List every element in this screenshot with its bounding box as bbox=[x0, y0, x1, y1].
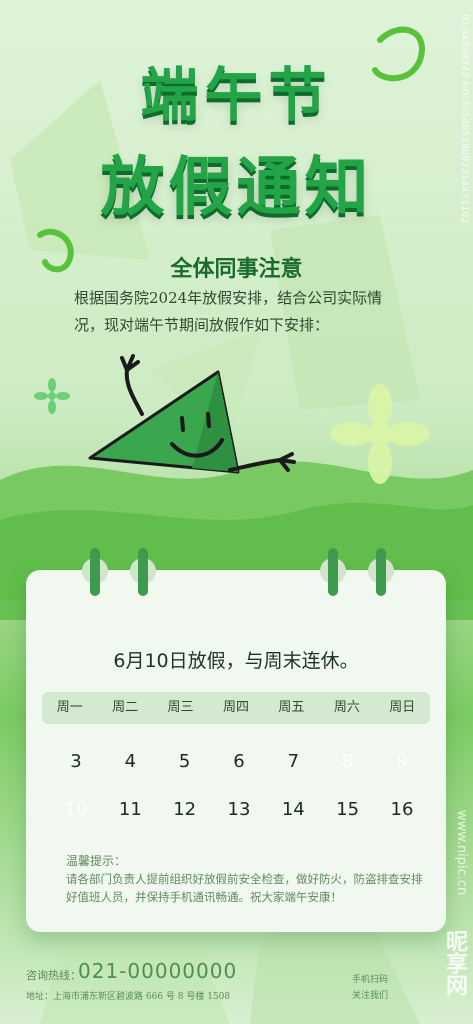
page-title-festival: 端午节 bbox=[140, 61, 333, 129]
logo-watermark: 昵享网 bbox=[442, 930, 467, 996]
weekday-label: 周六 bbox=[333, 700, 360, 715]
calendar-week-row: 3 4 5 6 7 8 9 bbox=[56, 742, 422, 778]
calendar-day-holiday: 10 bbox=[56, 790, 96, 826]
calendar-day: 12 bbox=[173, 799, 197, 820]
hotline-number[interactable]: 021-00000000 bbox=[78, 959, 237, 983]
calendar-day: 4 bbox=[124, 751, 137, 772]
binder-pin bbox=[90, 548, 100, 596]
calendar-day: 15 bbox=[336, 799, 360, 820]
page-title-notice: 放假通知 bbox=[100, 151, 373, 225]
calendar-day: 13 bbox=[227, 799, 251, 820]
qr-label: 手机扫码 bbox=[352, 975, 389, 985]
binder-pin bbox=[328, 548, 338, 596]
hotline-label: 咨询热线： bbox=[26, 969, 81, 982]
calendar-day: 14 bbox=[281, 799, 305, 820]
calendar-day: 6 bbox=[233, 751, 245, 772]
address-text: 地址：上海市浦东新区碧波路 666 号 8 号楼 1508 bbox=[26, 992, 231, 1002]
image-id-watermark: ID:34599542 NO:20240528092214471102 bbox=[459, 14, 469, 224]
calendar-day-holiday: 9 bbox=[382, 742, 422, 778]
holiday-summary: 6月10日放假，与周末连休。 bbox=[113, 650, 359, 672]
binder-pin bbox=[376, 548, 386, 596]
calendar-day: 7 bbox=[287, 751, 300, 772]
calendar-card: 6月10日放假，与周末连休。 周一 周二 周三 周四 周五 周六 周日 3 4 … bbox=[26, 548, 446, 932]
site-watermark: www.nipic.cn bbox=[454, 810, 469, 896]
binder-pin bbox=[138, 548, 148, 596]
weekday-label: 周四 bbox=[222, 700, 249, 715]
weekday-label: 周三 bbox=[167, 700, 194, 715]
qr-label: 关注我们 bbox=[352, 991, 389, 1001]
tip-title: 温馨提示： bbox=[66, 854, 127, 868]
weekday-header: 周一 周二 周三 周四 周五 周六 周日 bbox=[42, 692, 430, 724]
calendar-day: 16 bbox=[390, 799, 414, 820]
notice-body: 根据国务院2024年放假安排，结合公司实际情况，现对端午节期间放假作如下安排： bbox=[74, 289, 383, 334]
large-flower-icon bbox=[330, 384, 430, 484]
calendar-day-holiday: 8 bbox=[328, 742, 368, 778]
notice-heading: 全体同事注意 bbox=[170, 256, 303, 282]
zongzi-mascot-icon bbox=[88, 354, 296, 474]
calendar-day: 5 bbox=[178, 751, 191, 772]
flower-icon bbox=[34, 378, 70, 414]
tip-text: 请各部门负责人提前组织好放假前安全检查，做好防火，防盗排查安排好值班人员，并保持… bbox=[66, 872, 423, 904]
calendar-week-row: 10 11 12 13 14 15 16 bbox=[56, 790, 422, 826]
weekday-label: 周二 bbox=[112, 700, 139, 715]
weekday-label: 周五 bbox=[278, 700, 305, 715]
weekday-label: 周一 bbox=[56, 700, 83, 715]
weekday-label: 周日 bbox=[389, 700, 416, 715]
calendar-day: 3 bbox=[70, 751, 82, 772]
calendar-day: 11 bbox=[118, 799, 142, 820]
